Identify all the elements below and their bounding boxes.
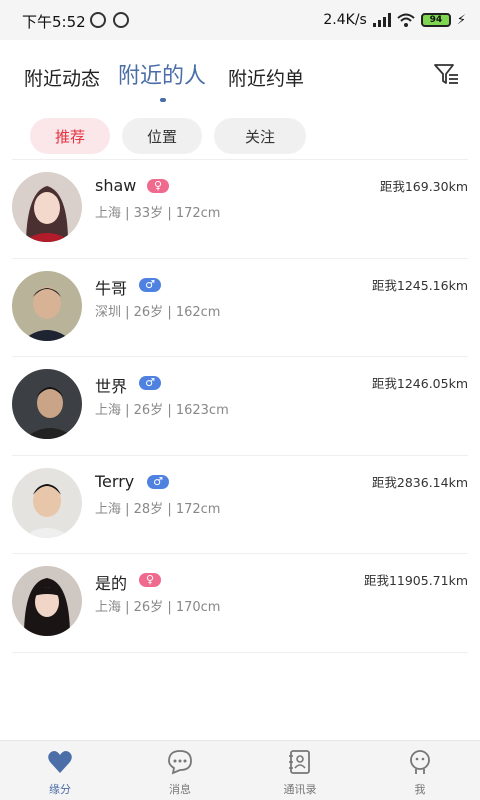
chip-following[interactable]: 关注 — [214, 118, 306, 154]
list-item[interactable]: 牛哥 ♂ 深圳 | 26岁 | 162cm 距我1245.16km — [12, 259, 468, 357]
person-name: Terry — [95, 471, 135, 491]
list-item[interactable]: shaw ♀ 上海 | 33岁 | 172cm 距我169.30km — [12, 160, 468, 259]
charging-icon: ⚡ — [456, 12, 466, 28]
avatar — [12, 270, 82, 341]
female-gender-badge: ♀ — [139, 573, 161, 587]
active-tab-indicator — [160, 98, 166, 102]
contacts-icon — [289, 750, 310, 774]
nav-label: 缘分 — [49, 783, 71, 796]
chat-icon — [168, 750, 192, 775]
heart-icon — [48, 751, 72, 773]
notification-icon — [113, 12, 129, 28]
person-distance: 距我2836.14km — [371, 474, 468, 490]
nav-label: 通讯录 — [283, 783, 317, 796]
tab-nearby-dates[interactable]: 附近约单 — [228, 64, 304, 91]
person-distance: 距我11905.71km — [363, 573, 468, 588]
person-meta: 上海 | 33岁 | 172cm — [95, 206, 221, 221]
male-gender-badge: ♂ — [147, 474, 169, 489]
chip-recommend[interactable]: 推荐 — [30, 118, 110, 154]
status-time: 下午5:52 — [22, 13, 86, 31]
avatar — [12, 566, 82, 636]
person-distance: 距我1246.05km — [371, 376, 468, 391]
nav-contacts[interactable]: 通讯录 — [240, 741, 360, 800]
person-distance: 距我1245.16km — [371, 277, 468, 293]
person-name: shaw — [95, 176, 137, 195]
person-meta: 深圳 | 26岁 | 162cm — [95, 304, 221, 320]
nav-label: 消息 — [169, 783, 191, 796]
person-meta: 上海 | 28岁 | 172cm — [95, 501, 221, 517]
nav-messages[interactable]: 消息 — [120, 741, 240, 800]
nav-me[interactable]: 我 — [360, 741, 480, 800]
list-item[interactable]: Terry ♂ 上海 | 28岁 | 172cm 距我2836.14km — [12, 456, 468, 554]
person-name: 牛哥 — [95, 278, 128, 298]
nav-fate[interactable]: 缘分 — [0, 741, 120, 800]
list-item[interactable]: 是的 ♀ 上海 | 26岁 | 170cm 距我11905.71km — [12, 554, 468, 653]
top-tabs: 附近动态 附近的人 附近约单 — [0, 40, 480, 120]
status-bar: 下午5:52 2.4K/s 94 ⚡ — [0, 0, 480, 40]
avatar — [12, 467, 82, 538]
notification-icon — [90, 12, 106, 28]
list-item[interactable]: 世界 ♂ 上海 | 26岁 | 1623cm 距我1246.05km — [12, 357, 468, 456]
male-gender-badge: ♂ — [139, 376, 161, 390]
battery-icon: 94 — [420, 13, 451, 27]
bottom-nav: 缘分 消息 通讯录 我 — [0, 740, 480, 800]
status-right: 2.4K/s 94 ⚡ — [323, 10, 466, 30]
chip-location[interactable]: 位置 — [122, 118, 202, 154]
sort-chips: 推荐 位置 关注 — [30, 118, 306, 154]
person-meta: 上海 | 26岁 | 1623cm — [95, 403, 229, 418]
avatar — [12, 172, 82, 242]
people-list: shaw ♀ 上海 | 33岁 | 172cm 距我169.30km 牛哥 ♂ … — [0, 160, 480, 653]
tab-nearby-people[interactable]: 附近的人 — [118, 58, 206, 90]
wifi-icon — [397, 13, 415, 27]
filter-icon[interactable] — [432, 60, 460, 88]
female-gender-badge: ♀ — [147, 179, 169, 193]
person-name: 世界 — [95, 377, 128, 396]
tab-nearby-moments[interactable]: 附近动态 — [24, 64, 100, 91]
person-distance: 距我169.30km — [379, 179, 468, 194]
profile-icon — [410, 750, 430, 774]
male-gender-badge: ♂ — [139, 277, 161, 292]
signal-icon — [372, 13, 391, 27]
nav-label: 我 — [414, 783, 426, 796]
network-speed: 2.4K/s — [323, 12, 367, 28]
person-meta: 上海 | 26岁 | 170cm — [95, 600, 221, 615]
person-name: 是的 — [95, 574, 128, 593]
avatar — [12, 369, 82, 439]
